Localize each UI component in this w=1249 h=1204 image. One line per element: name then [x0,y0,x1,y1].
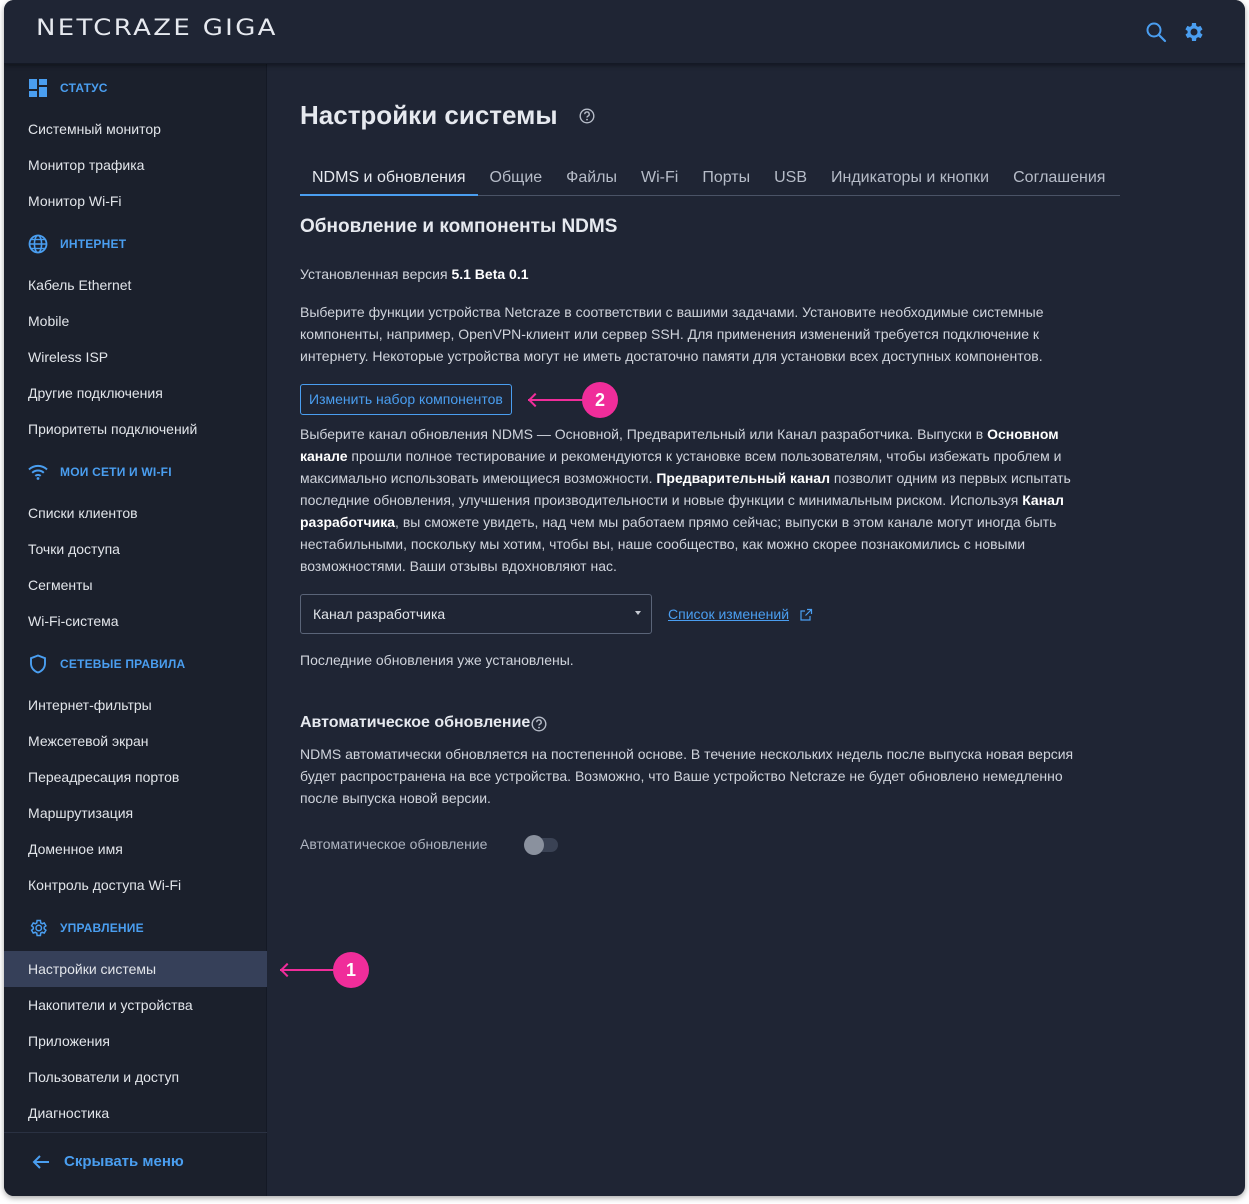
auto-update-toggle[interactable] [524,835,558,855]
tab-ndms-updates[interactable]: NDMS и обновления [300,160,478,196]
globe-icon [28,234,48,254]
sidebar-section-title: ИНТЕРНЕТ [60,237,127,251]
sidebar: СТАТУС Системный монитор Монитор трафика… [4,64,267,1196]
tab-wifi[interactable]: Wi-Fi [629,160,690,196]
external-link-icon[interactable] [799,608,813,622]
sidebar-item-system-settings[interactable]: Настройки системы [4,951,267,987]
tab-usb[interactable]: USB [762,160,819,196]
arrow-left-icon [32,1154,49,1169]
update-channel-select[interactable]: Канал разработчика [300,594,652,634]
sidebar-item-mobile[interactable]: Mobile [4,303,267,339]
auto-update-toggle-label: Автоматическое обновление [300,836,488,852]
gear-icon [30,919,47,937]
updates-status: Последние обновления уже установлены. [300,652,574,668]
sidebar-item-storage-devices[interactable]: Накопители и устройства [4,987,267,1023]
sidebar-item-other-connections[interactable]: Другие подключения [4,375,267,411]
sidebar-item-traffic-monitor[interactable]: Монитор трафика [4,147,267,183]
sidebar-item-access-points[interactable]: Точки доступа [4,531,267,567]
gear-icon[interactable] [1182,20,1206,44]
sidebar-item-domain-name[interactable]: Доменное имя [4,831,267,867]
wifi-icon [28,464,48,480]
help-icon[interactable] [579,108,595,124]
chevron-down-icon [635,611,641,615]
sidebar-section-title: СЕТЕВЫЕ ПРАВИЛА [60,657,186,671]
sidebar-item-port-forwarding[interactable]: Переадресация портов [4,759,267,795]
sidebar-item-wireless-isp[interactable]: Wireless ISP [4,339,267,375]
search-icon[interactable] [1144,20,1168,44]
callout-1-badge: 1 [333,952,369,988]
tab-bar: NDMS и обновления Общие Файлы Wi-Fi Порт… [300,160,1120,196]
sidebar-section-title: УПРАВЛЕНИЕ [60,921,144,935]
app-window: NETCRAZE GIGA СТАТУС Системный монитор М… [4,0,1245,1196]
sidebar-item-firewall[interactable]: Межсетевой экран [4,723,267,759]
section-title: Обновление и компоненты NDMS [300,216,618,237]
sidebar-item-routing[interactable]: Маршрутизация [4,795,267,831]
sidebar-footer: Скрывать меню [4,1132,267,1196]
sidebar-item-diagnostics[interactable]: Диагностика [4,1095,267,1131]
sidebar-section-network-rules: СЕТЕВЫЕ ПРАВИЛА [28,652,185,676]
dashboard-icon [29,79,47,97]
installed-version-label: Установленная версия [300,266,448,282]
tab-general[interactable]: Общие [478,160,555,196]
sidebar-item-applications[interactable]: Приложения [4,1023,267,1059]
sidebar-item-wifi-access-control[interactable]: Контроль доступа Wi-Fi [4,867,267,903]
changelog-link[interactable]: Список изменений [668,606,789,622]
sidebar-section-internet: ИНТЕРНЕТ [28,232,126,256]
tab-indicators-buttons[interactable]: Индикаторы и кнопки [819,160,1001,196]
sidebar-section-management: УПРАВЛЕНИЕ [28,916,144,940]
sidebar-item-internet-filters[interactable]: Интернет-фильтры [4,687,267,723]
sidebar-item-segments[interactable]: Сегменты [4,567,267,603]
logo[interactable]: NETCRAZE GIGA [36,16,278,41]
tab-ports[interactable]: Порты [690,160,762,196]
auto-update-description: NDMS автоматически обновляется на постеп… [300,746,1074,806]
components-description: Выберите функции устройства Netcraze в с… [300,304,1044,364]
sidebar-section-my-networks: МОИ СЕТИ И WI-FI [28,460,172,484]
tab-agreements[interactable]: Соглашения [1001,160,1117,196]
toggle-knob [524,835,544,855]
auto-update-title: Автоматическое обновление [300,714,531,731]
tab-files[interactable]: Файлы [554,160,629,196]
top-bar: NETCRAZE GIGA [4,0,1245,64]
callout-2-badge: 2 [582,382,618,418]
sidebar-item-ethernet-cable[interactable]: Кабель Ethernet [4,267,267,303]
page-title: Настройки системы [300,100,558,130]
sidebar-item-client-lists[interactable]: Списки клиентов [4,495,267,531]
sidebar-section-status: СТАТУС [28,76,108,100]
sidebar-item-wifi-system[interactable]: Wi-Fi-система [4,603,267,639]
sidebar-item-system-monitor[interactable]: Системный монитор [4,111,267,147]
sidebar-section-title: СТАТУС [60,81,108,95]
change-components-button[interactable]: Изменить набор компонентов [300,384,512,415]
installed-version: Установленная версия 5.1 Beta 0.1 [300,263,1090,285]
hide-menu-button[interactable]: Скрывать меню [32,1153,184,1170]
sidebar-section-title: МОИ СЕТИ И WI-FI [60,465,172,479]
hide-menu-label: Скрывать меню [64,1153,184,1170]
installed-version-value: 5.1 Beta 0.1 [451,266,529,282]
update-channel-value: Канал разработчика [313,606,446,622]
sidebar-item-users-access[interactable]: Пользователи и доступ [4,1059,267,1095]
main-content: Настройки системы NDMS и обновления Общи… [268,64,1245,1196]
channel-description: Выберите канал обновления NDMS — Основно… [300,426,1071,574]
sidebar-item-connection-priorities[interactable]: Приоритеты подключений [4,411,267,447]
shield-icon [30,654,46,674]
help-icon[interactable] [531,716,547,732]
sidebar-item-wifi-monitor[interactable]: Монитор Wi-Fi [4,183,267,219]
